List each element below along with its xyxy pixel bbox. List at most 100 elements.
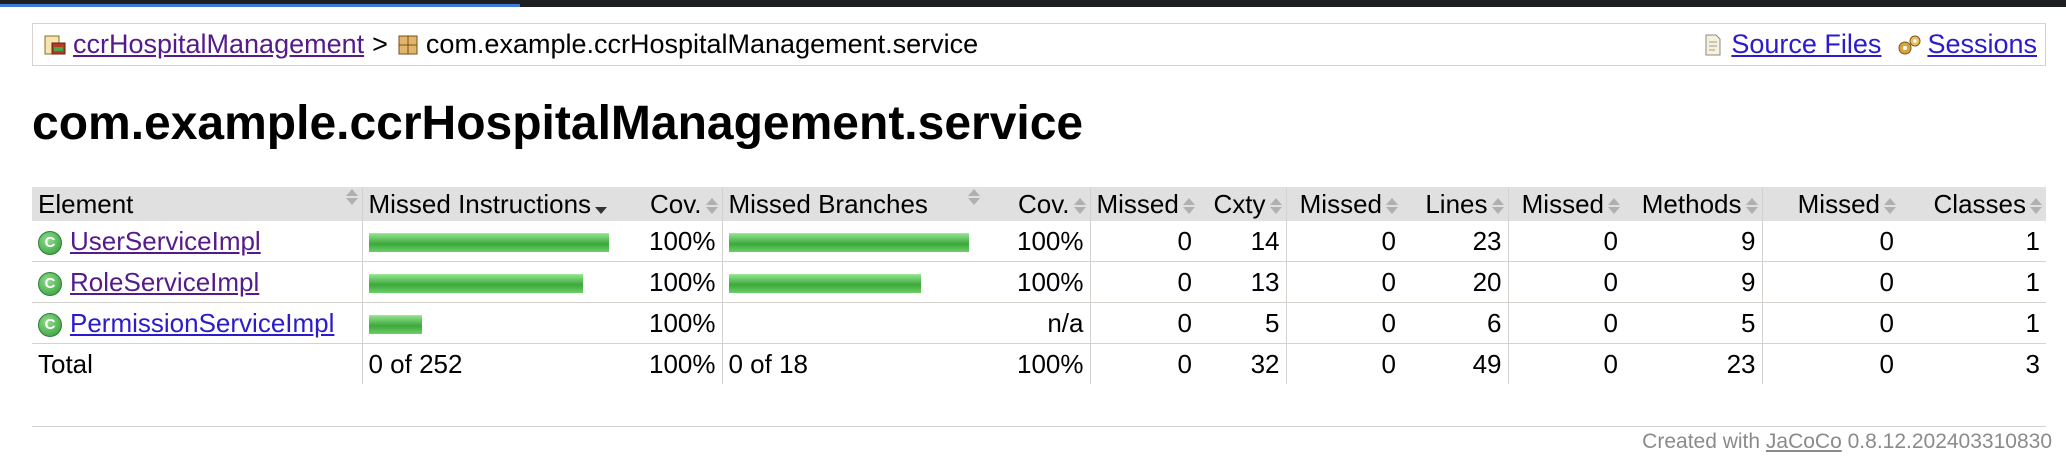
footer-version: 0.8.12.202403310830 bbox=[1847, 430, 2052, 453]
total-classes: 3 bbox=[1900, 343, 2046, 384]
missed-classes: 0 bbox=[1761, 302, 1900, 344]
breadcrumb-path: ccrHospitalManagement > com.example.ccrH… bbox=[33, 29, 978, 60]
header-lines[interactable]: Lines bbox=[1402, 187, 1508, 221]
element-cell: C UserServiceImpl bbox=[32, 221, 362, 262]
package-icon bbox=[396, 33, 420, 57]
total-methods: 23 bbox=[1624, 343, 1762, 384]
instruction-coverage-bar bbox=[368, 233, 609, 253]
class-link[interactable]: UserServiceImpl bbox=[70, 226, 261, 256]
missed-lines: 0 bbox=[1285, 261, 1402, 303]
class-icon: C bbox=[38, 230, 62, 255]
methods: 5 bbox=[1624, 302, 1762, 344]
lines: 23 bbox=[1402, 221, 1508, 262]
sort-desc-icon bbox=[595, 198, 608, 214]
sort-icon bbox=[968, 188, 980, 205]
instruction-bar-cell bbox=[361, 221, 624, 262]
source-files-link[interactable]: Source Files bbox=[1731, 29, 1881, 60]
header-branch-coverage[interactable]: Cov. bbox=[984, 187, 1090, 221]
total-instruction-coverage: 100% bbox=[624, 343, 722, 384]
total-branches: 0 of 18 bbox=[721, 343, 984, 384]
total-cxty: 32 bbox=[1198, 343, 1286, 384]
branch-coverage-bar bbox=[728, 233, 969, 253]
total-lines: 49 bbox=[1402, 343, 1508, 384]
footer-prefix: Created with bbox=[1642, 430, 1761, 453]
header-classes[interactable]: Classes bbox=[1900, 187, 2046, 221]
report-icon bbox=[43, 33, 67, 57]
missed-lines: 0 bbox=[1285, 221, 1402, 262]
sort-icon bbox=[1386, 197, 1398, 214]
missed-classes: 0 bbox=[1761, 221, 1900, 262]
class-icon: C bbox=[38, 271, 62, 296]
missed-cxty: 0 bbox=[1089, 261, 1198, 303]
coverage-table: Element Missed Instructions Cov. Missed … bbox=[32, 187, 2046, 384]
sort-icon bbox=[1182, 197, 1195, 214]
table-total-row: Total 0 of 252 100% 0 of 18 100% 0 32 0 … bbox=[32, 343, 2046, 384]
sort-icon bbox=[1269, 197, 1282, 214]
methods: 9 bbox=[1624, 221, 1762, 262]
sort-icon bbox=[1491, 197, 1504, 214]
element-cell: C RoleServiceImpl bbox=[32, 261, 362, 303]
sort-icon bbox=[1745, 197, 1758, 214]
header-cxty[interactable]: Cxty bbox=[1198, 187, 1286, 221]
header-instruction-coverage[interactable]: Cov. bbox=[624, 187, 722, 221]
sort-icon bbox=[1608, 197, 1620, 214]
missed-lines: 0 bbox=[1285, 302, 1402, 344]
classes: 1 bbox=[1900, 261, 2046, 303]
instruction-coverage-bar bbox=[368, 315, 422, 335]
header-missed-branches[interactable]: Missed Branches bbox=[721, 187, 984, 221]
header-missed-methods[interactable]: Missed bbox=[1507, 187, 1624, 221]
total-missed-cxty: 0 bbox=[1089, 343, 1198, 384]
header-missed-cxty[interactable]: Missed bbox=[1089, 187, 1198, 221]
jacoco-link[interactable]: JaCoCo bbox=[1766, 430, 1842, 453]
element-cell: C PermissionServiceImpl bbox=[32, 302, 362, 344]
sort-icon bbox=[705, 197, 718, 214]
instruction-coverage: 100% bbox=[624, 261, 722, 303]
total-missed-classes: 0 bbox=[1761, 343, 1900, 384]
sessions-link[interactable]: Sessions bbox=[1927, 29, 2037, 60]
missed-cxty: 0 bbox=[1089, 221, 1198, 262]
header-element[interactable]: Element bbox=[32, 187, 362, 221]
instruction-bar-cell bbox=[361, 261, 624, 303]
table-row: C RoleServiceImpl 100% 100% 0 13 0 20 0 9… bbox=[32, 261, 2046, 303]
missed-methods: 0 bbox=[1507, 302, 1624, 344]
cxty: 14 bbox=[1198, 221, 1286, 262]
header-missed-instructions[interactable]: Missed Instructions bbox=[361, 187, 624, 221]
sort-icon bbox=[2030, 197, 2042, 214]
instruction-bar-cell bbox=[361, 302, 624, 344]
total-instructions: 0 of 252 bbox=[361, 343, 624, 384]
missed-cxty: 0 bbox=[1089, 302, 1198, 344]
header-missed-lines[interactable]: Missed bbox=[1285, 187, 1402, 221]
branch-bar-cell bbox=[721, 261, 984, 303]
sort-icon bbox=[345, 188, 358, 205]
document-icon bbox=[1701, 33, 1725, 57]
class-link[interactable]: RoleServiceImpl bbox=[70, 267, 259, 297]
total-missed-lines: 0 bbox=[1285, 343, 1402, 384]
header-missed-classes[interactable]: Missed bbox=[1761, 187, 1900, 221]
cxty: 13 bbox=[1198, 261, 1286, 303]
sort-icon bbox=[1884, 197, 1896, 214]
branch-bar-cell bbox=[721, 221, 984, 262]
lines: 20 bbox=[1402, 261, 1508, 303]
branch-coverage: 100% bbox=[984, 261, 1090, 303]
table-row: C PermissionServiceImpl 100% n/a 0 5 0 6 … bbox=[32, 302, 2046, 344]
branch-coverage-bar bbox=[728, 274, 921, 294]
branch-bar-cell bbox=[721, 302, 984, 344]
table-row: C UserServiceImpl 100% 100% 0 14 0 23 0 9… bbox=[32, 221, 2046, 262]
footer: Created with JaCoCo 0.8.12.202403310830 bbox=[1642, 430, 2052, 454]
window-top-strip bbox=[0, 0, 2066, 7]
class-link[interactable]: PermissionServiceImpl bbox=[70, 308, 334, 338]
missed-classes: 0 bbox=[1761, 261, 1900, 303]
breadcrumb-project-link[interactable]: ccrHospitalManagement bbox=[73, 29, 364, 60]
cxty: 5 bbox=[1198, 302, 1286, 344]
class-icon: C bbox=[38, 312, 62, 337]
table-header-row: Element Missed Instructions Cov. Missed … bbox=[32, 187, 2046, 221]
instruction-coverage: 100% bbox=[624, 221, 722, 262]
instruction-coverage: 100% bbox=[624, 302, 722, 344]
classes: 1 bbox=[1900, 302, 2046, 344]
total-missed-methods: 0 bbox=[1507, 343, 1624, 384]
missed-methods: 0 bbox=[1507, 221, 1624, 262]
header-methods[interactable]: Methods bbox=[1624, 187, 1762, 221]
breadcrumb-separator: > bbox=[372, 29, 388, 59]
page-title: com.example.ccrHospitalManagement.servic… bbox=[32, 97, 1084, 150]
branch-coverage: n/a bbox=[984, 302, 1090, 344]
